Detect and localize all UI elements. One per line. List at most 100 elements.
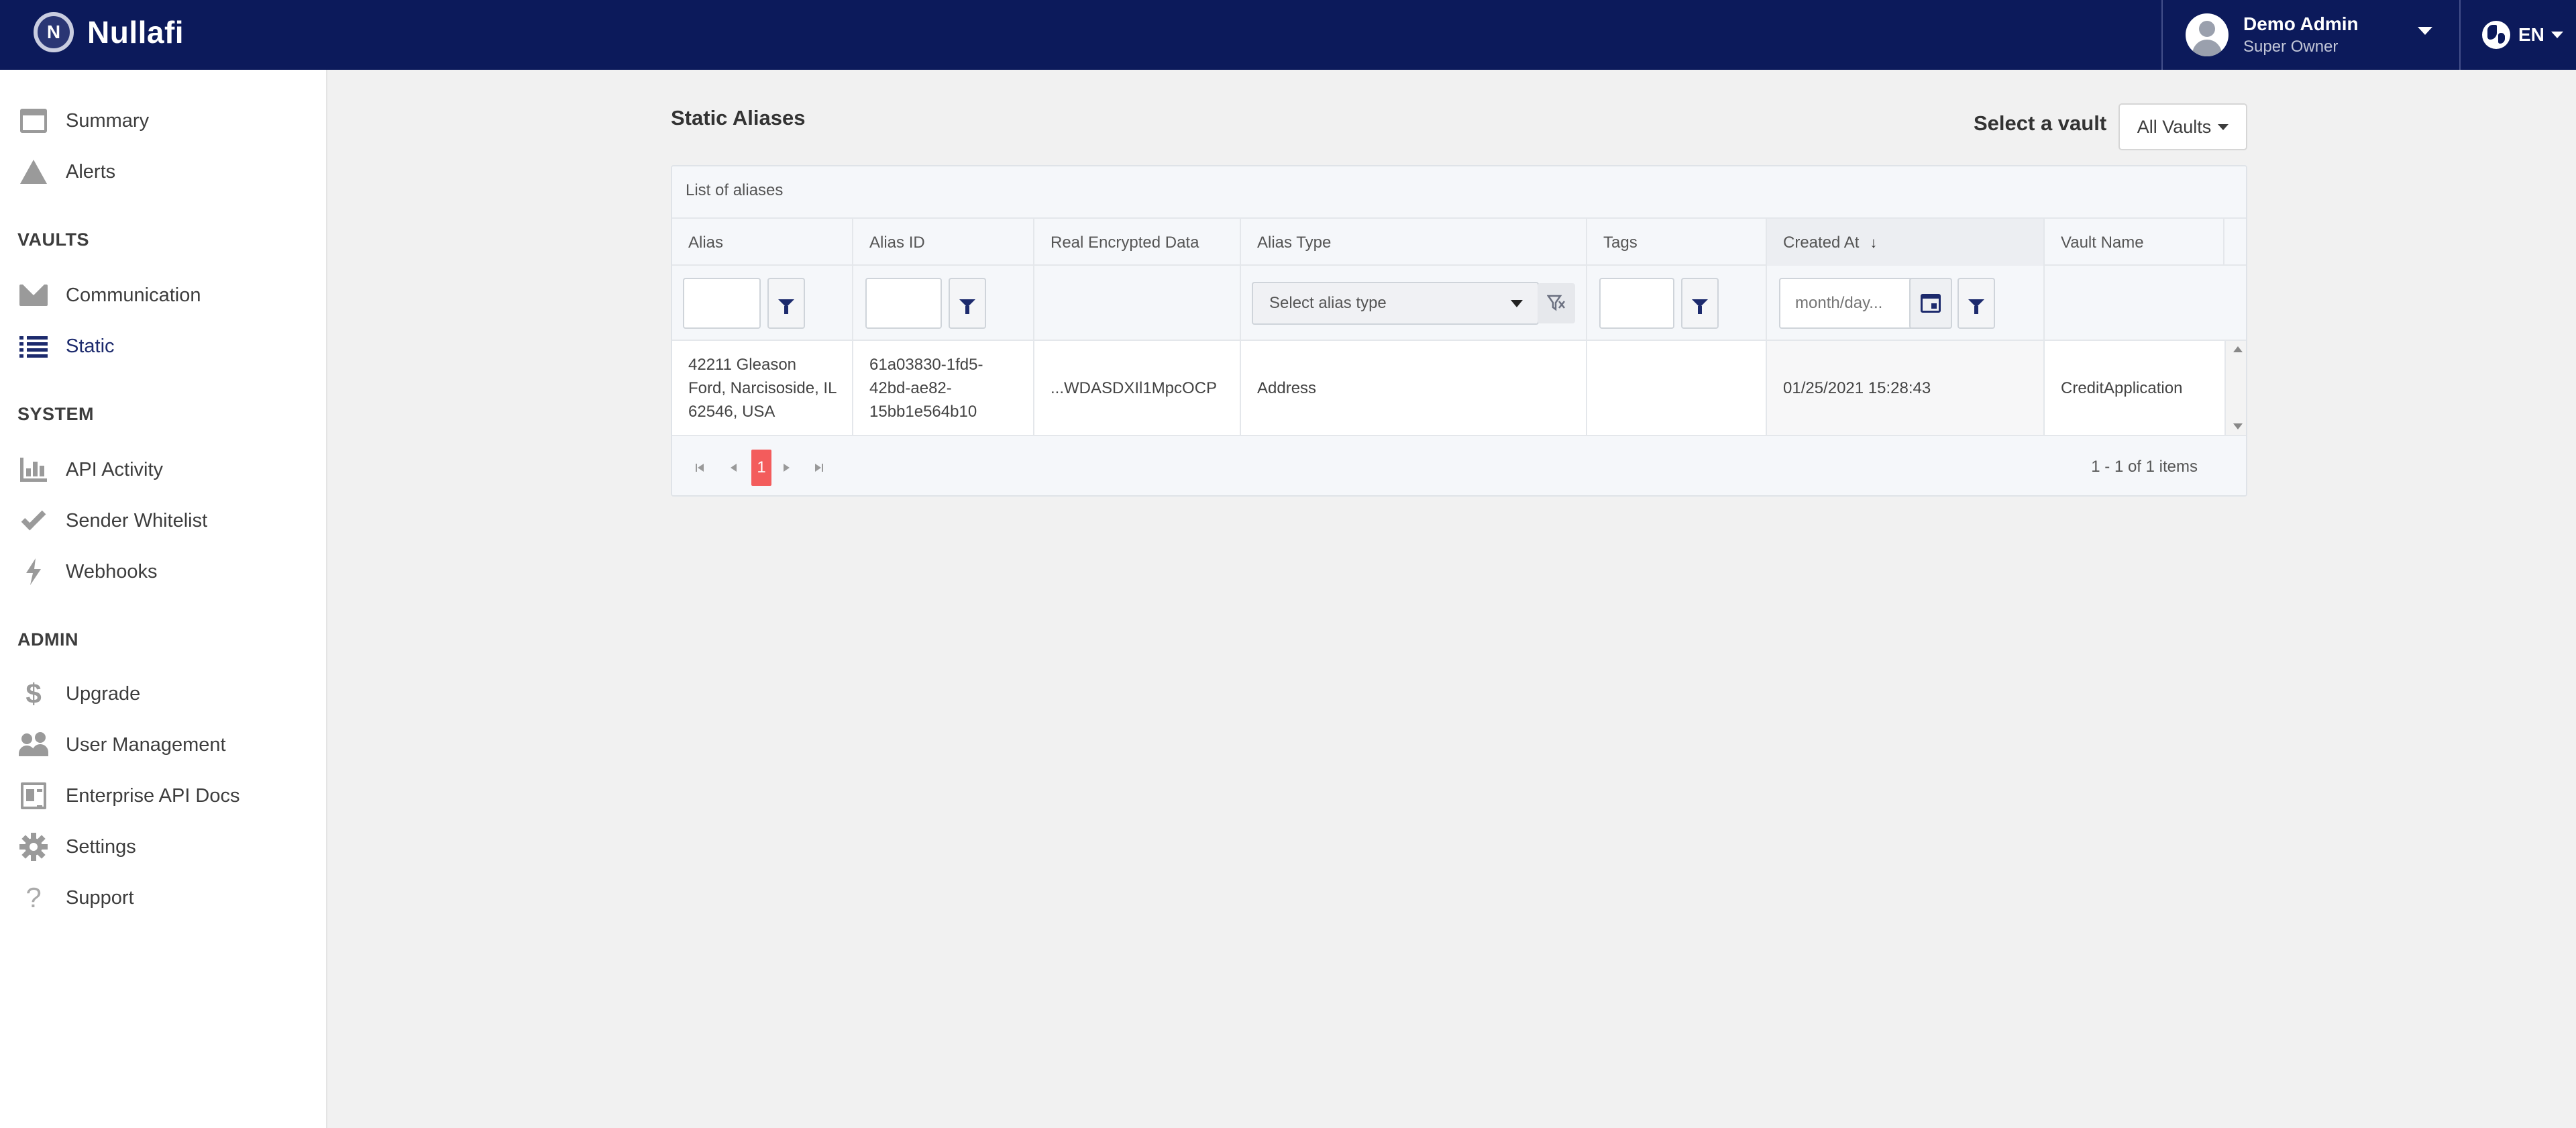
filter-cell-alias-type: Select alias type	[1241, 266, 1587, 341]
sidebar-item-settings[interactable]: Settings	[0, 827, 326, 867]
date-picker-button[interactable]	[1909, 278, 1952, 329]
column-header-alias-type[interactable]: Alias Type	[1241, 219, 1587, 266]
list-icon	[19, 332, 48, 360]
created-at-filter-button[interactable]	[1957, 278, 1995, 329]
sidebar-item-label: Webhooks	[66, 560, 158, 582]
language-selector[interactable]: EN	[2461, 0, 2576, 70]
gear-icon	[19, 833, 48, 861]
first-page-icon[interactable]	[691, 458, 708, 478]
vault-dropdown-value: All Vaults	[2137, 116, 2212, 137]
sidebar-item-label: Communication	[66, 284, 201, 306]
sidebar-item-api-activity[interactable]: API Activity	[0, 450, 326, 490]
filter-icon	[959, 299, 975, 314]
sort-descending-icon: ↓	[1870, 234, 1878, 251]
cell-text-line: 61a03830-1fd5-	[869, 355, 983, 374]
cell-text-line: Ford, Narcisoside, IL	[688, 378, 837, 397]
section-title-system: SYSTEM	[17, 404, 95, 424]
column-header-alias-id[interactable]: Alias ID	[853, 219, 1034, 266]
filter-icon	[1968, 299, 1984, 314]
tags-filter-button[interactable]	[1681, 278, 1719, 329]
next-page-icon[interactable]	[778, 458, 796, 478]
sidebar-item-label: Alerts	[66, 160, 116, 183]
sidebar-item-upgrade[interactable]: $ Upgrade	[0, 674, 326, 714]
created-at-filter-input[interactable]	[1779, 278, 1913, 329]
sidebar-item-sender-whitelist[interactable]: Sender Whitelist	[0, 501, 326, 541]
globe-icon	[2482, 21, 2510, 49]
sidebar: Summary Alerts VAULTS Communication Stat…	[0, 70, 327, 1128]
caret-down-icon	[2218, 123, 2229, 130]
alias-id-filter-input[interactable]	[865, 278, 942, 329]
sidebar-item-alerts[interactable]: Alerts	[0, 152, 326, 192]
sidebar-item-label: Support	[66, 886, 134, 909]
cell-text-line: 15bb1e564b10	[869, 402, 977, 421]
filter-cell-created-at	[1767, 266, 2045, 341]
sidebar-item-label: API Activity	[66, 458, 164, 480]
cell-text-line: 42211 Gleason	[688, 355, 797, 374]
last-page-icon[interactable]	[810, 458, 828, 478]
clear-filter-icon[interactable]	[1538, 283, 1575, 323]
mail-icon	[19, 281, 48, 309]
filter-cell-alias-id	[853, 266, 1034, 341]
sidebar-item-summary[interactable]: Summary	[0, 101, 326, 141]
sidebar-item-label: Sender Whitelist	[66, 509, 208, 531]
alias-filter-input[interactable]	[683, 278, 761, 329]
scroll-up-icon[interactable]	[2233, 346, 2243, 352]
cell-text-line: 42bd-ae82-	[869, 378, 952, 397]
grid-scrollbar[interactable]	[2224, 341, 2246, 435]
column-header-tags[interactable]: Tags	[1587, 219, 1767, 266]
cell-alias-id: 61a03830-1fd5- 42bd-ae82- 15bb1e564b10	[853, 341, 1034, 435]
sidebar-item-label: Enterprise API Docs	[66, 784, 240, 807]
bar-chart-icon	[19, 456, 48, 484]
section-title-vaults: VAULTS	[17, 229, 89, 250]
scroll-down-icon[interactable]	[2233, 423, 2243, 429]
vault-dropdown[interactable]: All Vaults	[2118, 103, 2247, 150]
filter-cell-alias	[672, 266, 853, 341]
user-menu[interactable]: Demo Admin Super Owner	[2161, 0, 2461, 70]
calendar-icon	[1921, 294, 1941, 313]
user-name: Demo Admin	[2243, 13, 2359, 34]
cell-alias-type: Address	[1241, 341, 1587, 435]
caret-down-icon	[1511, 300, 1523, 307]
sidebar-item-communication[interactable]: Communication	[0, 275, 326, 315]
cell-text-line: 62546, USA	[688, 402, 775, 421]
alias-type-filter-select[interactable]: Select alias type	[1252, 282, 1539, 325]
table-row[interactable]: 42211 Gleason Ford, Narcisoside, IL 6254…	[672, 341, 2224, 435]
tags-filter-input[interactable]	[1599, 278, 1674, 329]
avatar	[2186, 13, 2229, 56]
window-icon	[19, 107, 48, 135]
sidebar-item-support[interactable]: ? Support	[0, 878, 326, 918]
pager: 1 1 - 1 of 1 items	[672, 435, 2246, 495]
sidebar-item-user-management[interactable]: User Management	[0, 725, 326, 765]
sidebar-item-label: User Management	[66, 733, 226, 756]
column-header-created-at[interactable]: Created At ↓	[1767, 219, 2045, 266]
sidebar-item-webhooks[interactable]: Webhooks	[0, 552, 326, 592]
column-header-vault-name[interactable]: Vault Name	[2045, 219, 2224, 266]
alert-icon	[19, 158, 48, 186]
brand[interactable]: N Nullafi	[34, 0, 184, 64]
sidebar-item-label: Settings	[66, 835, 136, 858]
filter-icon	[778, 299, 794, 314]
caret-down-icon[interactable]	[2418, 27, 2432, 35]
sidebar-item-label: Upgrade	[66, 682, 141, 705]
column-header-real-encrypted-data[interactable]: Real Encrypted Data	[1034, 219, 1241, 266]
sidebar-item-enterprise-api-docs[interactable]: Enterprise API Docs	[0, 776, 326, 816]
section-title-admin: ADMIN	[17, 629, 78, 650]
alias-id-filter-button[interactable]	[949, 278, 986, 329]
sidebar-item-static[interactable]: Static	[0, 326, 326, 366]
column-header-alias[interactable]: Alias	[672, 219, 853, 266]
current-page-button[interactable]: 1	[751, 450, 771, 486]
cell-real-encrypted-data: ...WDASDXIl1MpcOCP	[1034, 341, 1241, 435]
filter-cell-tags	[1587, 266, 1767, 341]
bolt-icon	[19, 558, 48, 586]
alias-filter-button[interactable]	[767, 278, 805, 329]
top-bar: N Nullafi Demo Admin Super Owner EN	[0, 0, 2576, 70]
page-title: Static Aliases	[671, 106, 806, 130]
cell-alias: 42211 Gleason Ford, Narcisoside, IL 6254…	[672, 341, 853, 435]
alias-type-filter-placeholder: Select alias type	[1269, 294, 1387, 312]
users-icon	[19, 731, 48, 759]
column-header-label: Created At	[1783, 234, 1860, 252]
cell-created-at: 01/25/2021 15:28:43	[1767, 341, 2045, 435]
previous-page-icon[interactable]	[724, 458, 742, 478]
caret-down-icon	[2551, 32, 2563, 38]
cell-tags	[1587, 341, 1767, 435]
